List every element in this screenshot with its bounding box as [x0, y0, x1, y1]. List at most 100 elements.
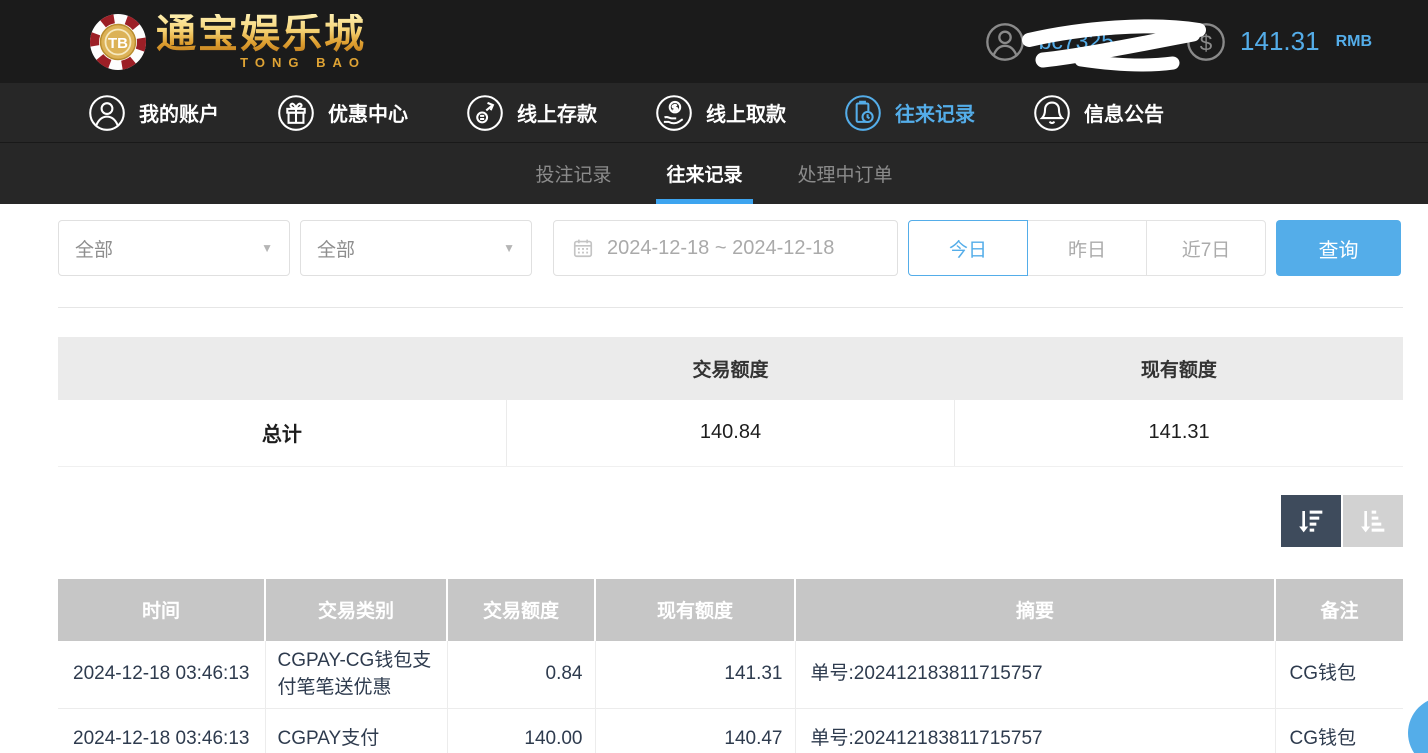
summary-header-balance: 现有额度 [955, 337, 1403, 400]
quick-date-group: 今日 昨日 近7日 [908, 220, 1266, 276]
col-header-time: 时间 [58, 579, 265, 641]
type-select-value: 全部 [317, 235, 355, 262]
main-nav: 我的账户 优惠中心 线上存款 [0, 83, 1428, 143]
gift-icon [277, 94, 315, 132]
svg-text:$: $ [1200, 30, 1213, 55]
deposit-icon [466, 94, 504, 132]
nav-label: 线上取款 [706, 98, 786, 127]
summary-total-row: 总计 140.84 141.31 [58, 400, 1403, 466]
tab-processing-orders[interactable]: 处理中订单 [794, 143, 897, 204]
query-button[interactable]: 查询 [1276, 220, 1401, 276]
category-select-value: 全部 [75, 235, 113, 262]
record-type: CGPAY-CG钱包支付笔笔送优惠 [265, 641, 447, 709]
date-range-value: 2024-12-18 ~ 2024-12-18 [607, 237, 834, 260]
nav-item-announcements[interactable]: 信息公告 [1033, 94, 1164, 132]
record-type: CGPAY支付 [265, 708, 447, 753]
calendar-icon [572, 237, 594, 259]
nav-item-promotions[interactable]: 优惠中心 [277, 94, 408, 132]
section-divider [58, 307, 1403, 308]
nav-item-withdraw[interactable]: 线上取款 [655, 94, 786, 132]
sort-descending-icon [1294, 505, 1328, 537]
user-area: bc7325 $ 141.31 RMB [985, 22, 1372, 62]
summary-balance-total: 141.31 [955, 400, 1403, 466]
nav-item-my-account[interactable]: 我的账户 [88, 94, 219, 132]
button-label: 今日 [949, 235, 987, 262]
summary-total-label: 总计 [58, 400, 506, 466]
site-logo[interactable]: TB 通宝娱乐城 TONG BAO [88, 12, 366, 72]
floating-chat-button[interactable] [1408, 697, 1428, 753]
chevron-down-icon: ▼ [503, 241, 515, 255]
tab-label: 往来记录 [666, 160, 742, 187]
nav-item-transaction-records[interactable]: 往来记录 [844, 94, 975, 132]
logo-text: 通宝娱乐城 TONG BAO [156, 14, 366, 69]
nav-label: 信息公告 [1084, 98, 1164, 127]
top-header: TB 通宝娱乐城 TONG BAO bc7325 [0, 0, 1428, 83]
tab-label: 处理中订单 [798, 160, 893, 187]
record-time: 2024-12-18 03:46:13 [58, 641, 265, 709]
record-balance: 141.31 [595, 641, 795, 709]
site-title: 通宝娱乐城 [156, 14, 366, 54]
balance-block[interactable]: $ 141.31 RMB [1186, 22, 1372, 62]
button-label: 近7日 [1182, 235, 1231, 262]
col-header-amount: 交易额度 [447, 579, 595, 641]
nav-label: 线上存款 [517, 98, 597, 127]
yesterday-button[interactable]: 昨日 [1027, 220, 1147, 276]
sort-ascending-icon [1356, 505, 1390, 537]
summary-header-empty [58, 337, 506, 400]
col-header-remark: 备注 [1275, 579, 1403, 641]
record-time: 2024-12-18 03:46:13 [58, 708, 265, 753]
button-label: 昨日 [1068, 235, 1106, 262]
nav-label: 我的账户 [139, 98, 219, 127]
summary-table: 交易额度 现有额度 总计 140.84 141.31 [58, 337, 1403, 467]
sort-controls [0, 495, 1403, 547]
col-header-type: 交易类别 [265, 579, 447, 641]
table-row: 2024-12-18 03:46:13 CGPAY-CG钱包支付笔笔送优惠 0.… [58, 641, 1403, 709]
balance-amount: 141.31 [1240, 26, 1320, 57]
bell-icon [1033, 94, 1071, 132]
record-summary: 单号:202412183811715757 [795, 641, 1275, 709]
poker-chip-logo-icon: TB [88, 12, 148, 72]
site-subtitle: TONG BAO [240, 56, 366, 69]
date-range-input[interactable]: 2024-12-18 ~ 2024-12-18 [553, 220, 898, 276]
col-header-balance: 现有额度 [595, 579, 795, 641]
record-balance: 140.47 [595, 708, 795, 753]
user-account[interactable]: bc7325 [985, 22, 1114, 62]
username: bc7325 [1039, 28, 1114, 54]
records-table: 时间 交易类别 交易额度 现有额度 摘要 备注 2024-12-18 03:46… [58, 579, 1403, 753]
tab-label: 投注记录 [535, 160, 611, 187]
col-header-summary: 摘要 [795, 579, 1275, 641]
last7days-button[interactable]: 近7日 [1146, 220, 1266, 276]
type-select[interactable]: 全部 ▼ [300, 220, 532, 276]
summary-header-transaction: 交易额度 [506, 337, 954, 400]
record-amount: 0.84 [447, 641, 595, 709]
summary-header-row: 交易额度 现有额度 [58, 337, 1403, 400]
withdraw-icon [655, 94, 693, 132]
filter-row: 全部 ▼ 全部 ▼ 2024-12-18 ~ 2024-12-18 今日 [58, 220, 1403, 276]
records-header-row: 时间 交易类别 交易额度 现有额度 摘要 备注 [58, 579, 1403, 641]
transaction-records-page: TB 通宝娱乐城 TONG BAO bc7325 [0, 0, 1428, 753]
chevron-down-icon: ▼ [261, 241, 273, 255]
user-icon [88, 94, 126, 132]
nav-label: 优惠中心 [328, 98, 408, 127]
category-select[interactable]: 全部 ▼ [58, 220, 290, 276]
user-avatar-icon [985, 22, 1025, 62]
username-wrap: bc7325 [1039, 28, 1114, 55]
summary-transaction-total: 140.84 [506, 400, 954, 466]
record-summary: 单号:202412183811715757 [795, 708, 1275, 753]
sub-tabbar: 投注记录 往来记录 处理中订单 [0, 143, 1428, 204]
record-remark: CG钱包 [1275, 708, 1403, 753]
record-amount: 140.00 [447, 708, 595, 753]
records-clipboard-icon [844, 94, 882, 132]
balance-currency: RMB [1336, 33, 1372, 51]
table-row: 2024-12-18 03:46:13 CGPAY支付 140.00 140.4… [58, 708, 1403, 753]
tab-transaction-records[interactable]: 往来记录 [662, 143, 746, 204]
tab-betting-records[interactable]: 投注记录 [531, 143, 615, 204]
today-button[interactable]: 今日 [908, 220, 1028, 276]
record-remark: CG钱包 [1275, 641, 1403, 709]
dollar-balance-icon: $ [1186, 22, 1226, 62]
nav-item-deposit[interactable]: 线上存款 [466, 94, 597, 132]
sort-descending-button[interactable] [1281, 495, 1341, 547]
sort-ascending-button[interactable] [1343, 495, 1403, 547]
nav-label: 往来记录 [895, 98, 975, 127]
svg-text:TB: TB [108, 35, 128, 52]
